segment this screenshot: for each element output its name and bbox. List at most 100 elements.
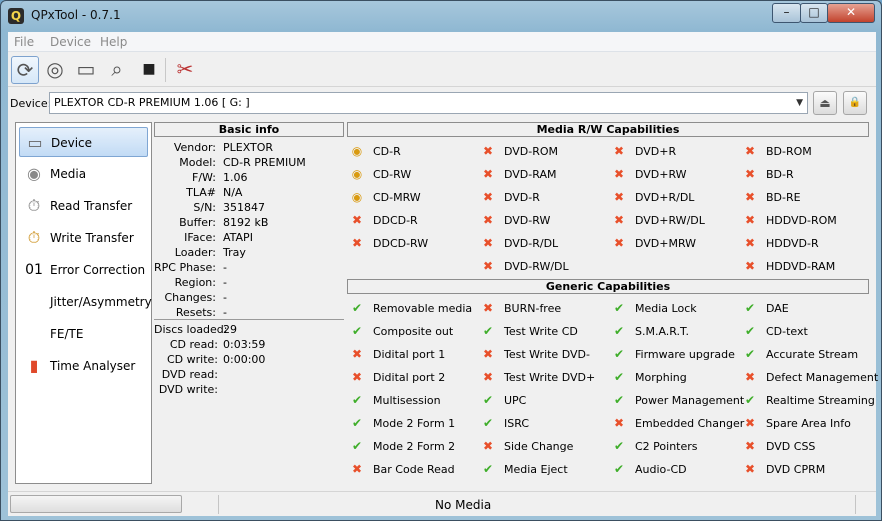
generic-cap-item: ✔ Mode 2 Form 2	[350, 438, 478, 456]
media-cap-item: ✖ HDDVD-R	[743, 235, 871, 253]
lock-button[interactable]: 🔒	[843, 91, 867, 115]
info-row: Buffer: 8192 kB	[154, 216, 344, 231]
disc-icon: ◉	[351, 144, 363, 158]
generic-cap-label: DVD CSS	[766, 440, 816, 453]
generic-cap-label: ISRC	[504, 417, 530, 430]
close-button[interactable]: ✕	[827, 3, 875, 23]
generic-cap-item: ✔ Composite out	[350, 323, 478, 341]
media-cap-label: BD-RE	[766, 191, 801, 204]
generic-cap-item: ✖ DVD CSS	[743, 438, 871, 456]
generic-cap-label: Accurate Stream	[766, 348, 859, 361]
info-row: Loader: Tray	[154, 246, 344, 261]
status-bar: No Media	[8, 491, 876, 516]
scan-icon[interactable]: ⌕	[103, 56, 131, 84]
generic-cap-item: ✖ Test Write DVD-	[481, 346, 609, 364]
generic-cap-label: CD-text	[766, 325, 808, 338]
info-key: Buffer:	[179, 216, 216, 229]
media-cap-label: DVD+MRW	[635, 237, 697, 250]
media-cap-item: ✖ DVD-ROM	[481, 143, 609, 161]
disc-info-icon[interactable]: ◎	[41, 56, 69, 84]
title-bar[interactable]: Q QPxTool - 0.7.1 – □ ✕	[1, 1, 881, 31]
info-value: -	[223, 291, 227, 304]
client-area: File Device Help ⟳ ◎ ▭ ⌕ ■ ✂ Device: PLE…	[8, 32, 879, 516]
refresh-icon[interactable]: ⟳	[11, 56, 39, 84]
media-cap-item: ✖ DDCD-RW	[350, 235, 478, 253]
generic-cap-item: ✔ CD-text	[743, 323, 871, 341]
maximize-button[interactable]: □	[800, 3, 828, 23]
generic-cap-label: Side Change	[504, 440, 574, 453]
generic-cap-label: S.M.A.R.T.	[635, 325, 689, 338]
info-key: F/W:	[192, 171, 216, 184]
cross-icon: ✖	[613, 144, 625, 158]
stop-icon[interactable]: ■	[135, 56, 163, 84]
device-select[interactable]: PLEXTOR CD-R PREMIUM 1.06 [ G: ] ▼	[49, 92, 808, 114]
generic-cap-item: ✔ Multisession	[350, 392, 478, 410]
sidebar-item-fe-te[interactable]: FE/TE	[19, 319, 148, 349]
info-row: IFace: ATAPI	[154, 231, 344, 246]
eject-button[interactable]: ⏏	[813, 91, 837, 115]
media-cap-label: CD-RW	[373, 168, 412, 181]
generic-cap-item: ✖ Side Change	[481, 438, 609, 456]
info-value: N/A	[223, 186, 243, 199]
disc-icon: ◉	[351, 190, 363, 204]
sidebar-item-label: Time Analyser	[50, 359, 136, 373]
sidebar-item-time-analyser[interactable]: ▮ Time Analyser	[19, 351, 148, 381]
cross-icon: ✖	[613, 213, 625, 227]
cross-icon: ✖	[482, 301, 494, 315]
menu-device[interactable]: Device	[50, 35, 91, 49]
check-icon: ✔	[613, 347, 625, 361]
info-key: Changes:	[164, 291, 216, 304]
minimize-button[interactable]: –	[772, 3, 801, 23]
app-icon: Q	[8, 8, 24, 24]
check-icon: ✔	[482, 324, 494, 338]
generic-title: Generic Capabilities	[347, 279, 869, 294]
cross-icon: ✖	[744, 259, 756, 273]
drive-icon[interactable]: ▭	[72, 56, 100, 84]
generic-cap-item: ✖ Didital port 2	[350, 369, 478, 387]
generic-cap-label: Defect Management	[766, 371, 879, 384]
generic-cap-item: ✖ Spare Area Info	[743, 415, 871, 433]
generic-cap-item: ✔ Mode 2 Form 1	[350, 415, 478, 433]
stat-key: CD write:	[166, 353, 218, 366]
cross-icon: ✖	[351, 462, 363, 476]
generic-cap-item: ✔ Media Eject	[481, 461, 609, 479]
stat-key: CD read:	[169, 338, 218, 351]
check-icon: ✔	[613, 370, 625, 384]
info-key: Vendor:	[173, 141, 216, 154]
info-value: -	[223, 276, 227, 289]
generic-cap-label: Morphing	[635, 371, 687, 384]
media-cap-label: DVD-RAM	[504, 168, 557, 181]
menu-file[interactable]: File	[14, 35, 34, 49]
check-icon: ✔	[351, 439, 363, 453]
media-cap-label: DVD+R	[635, 145, 677, 158]
check-icon: ✔	[482, 393, 494, 407]
generic-cap-label: DVD CPRM	[766, 463, 826, 476]
cross-icon: ✖	[744, 190, 756, 204]
cross-icon: ✖	[744, 416, 756, 430]
cross-icon: ✖	[351, 347, 363, 361]
media-cap-item: ✖ HDDVD-RAM	[743, 258, 871, 276]
check-icon: ✔	[744, 301, 756, 315]
media-cap-label: DVD-ROM	[504, 145, 559, 158]
generic-cap-label: Test Write DVD-	[504, 348, 590, 361]
check-icon: ✔	[482, 462, 494, 476]
generic-cap-label: Didital port 2	[373, 371, 446, 384]
cross-icon: ✖	[482, 144, 494, 158]
status-separator	[218, 495, 219, 514]
disc-icon: ◉	[351, 167, 363, 181]
menu-help[interactable]: Help	[100, 35, 127, 49]
cross-icon: ✖	[744, 236, 756, 250]
media-cap-item: ✖ DVD-RW/DL	[481, 258, 609, 276]
generic-cap-item: ✖ Embedded Changer	[612, 415, 744, 433]
media-cap-item: ✖ DVD+RW	[612, 166, 740, 184]
check-icon: ✔	[744, 347, 756, 361]
info-row: Region: -	[154, 276, 344, 291]
generic-cap-item: ✖ Bar Code Read	[350, 461, 478, 479]
media-cap-item: ◉ CD-MRW	[350, 189, 478, 207]
settings-icon[interactable]: ✂	[171, 56, 199, 84]
media-cap-item: ✖ DVD-R	[481, 189, 609, 207]
stopwatch-burst-icon: ⏱	[27, 228, 41, 247]
generic-cap-item: ✖ Didital port 1	[350, 346, 478, 364]
media-cap-item: ✖ DVD+RW/DL	[612, 212, 740, 230]
generic-cap-item: ✔ Media Lock	[612, 300, 740, 318]
